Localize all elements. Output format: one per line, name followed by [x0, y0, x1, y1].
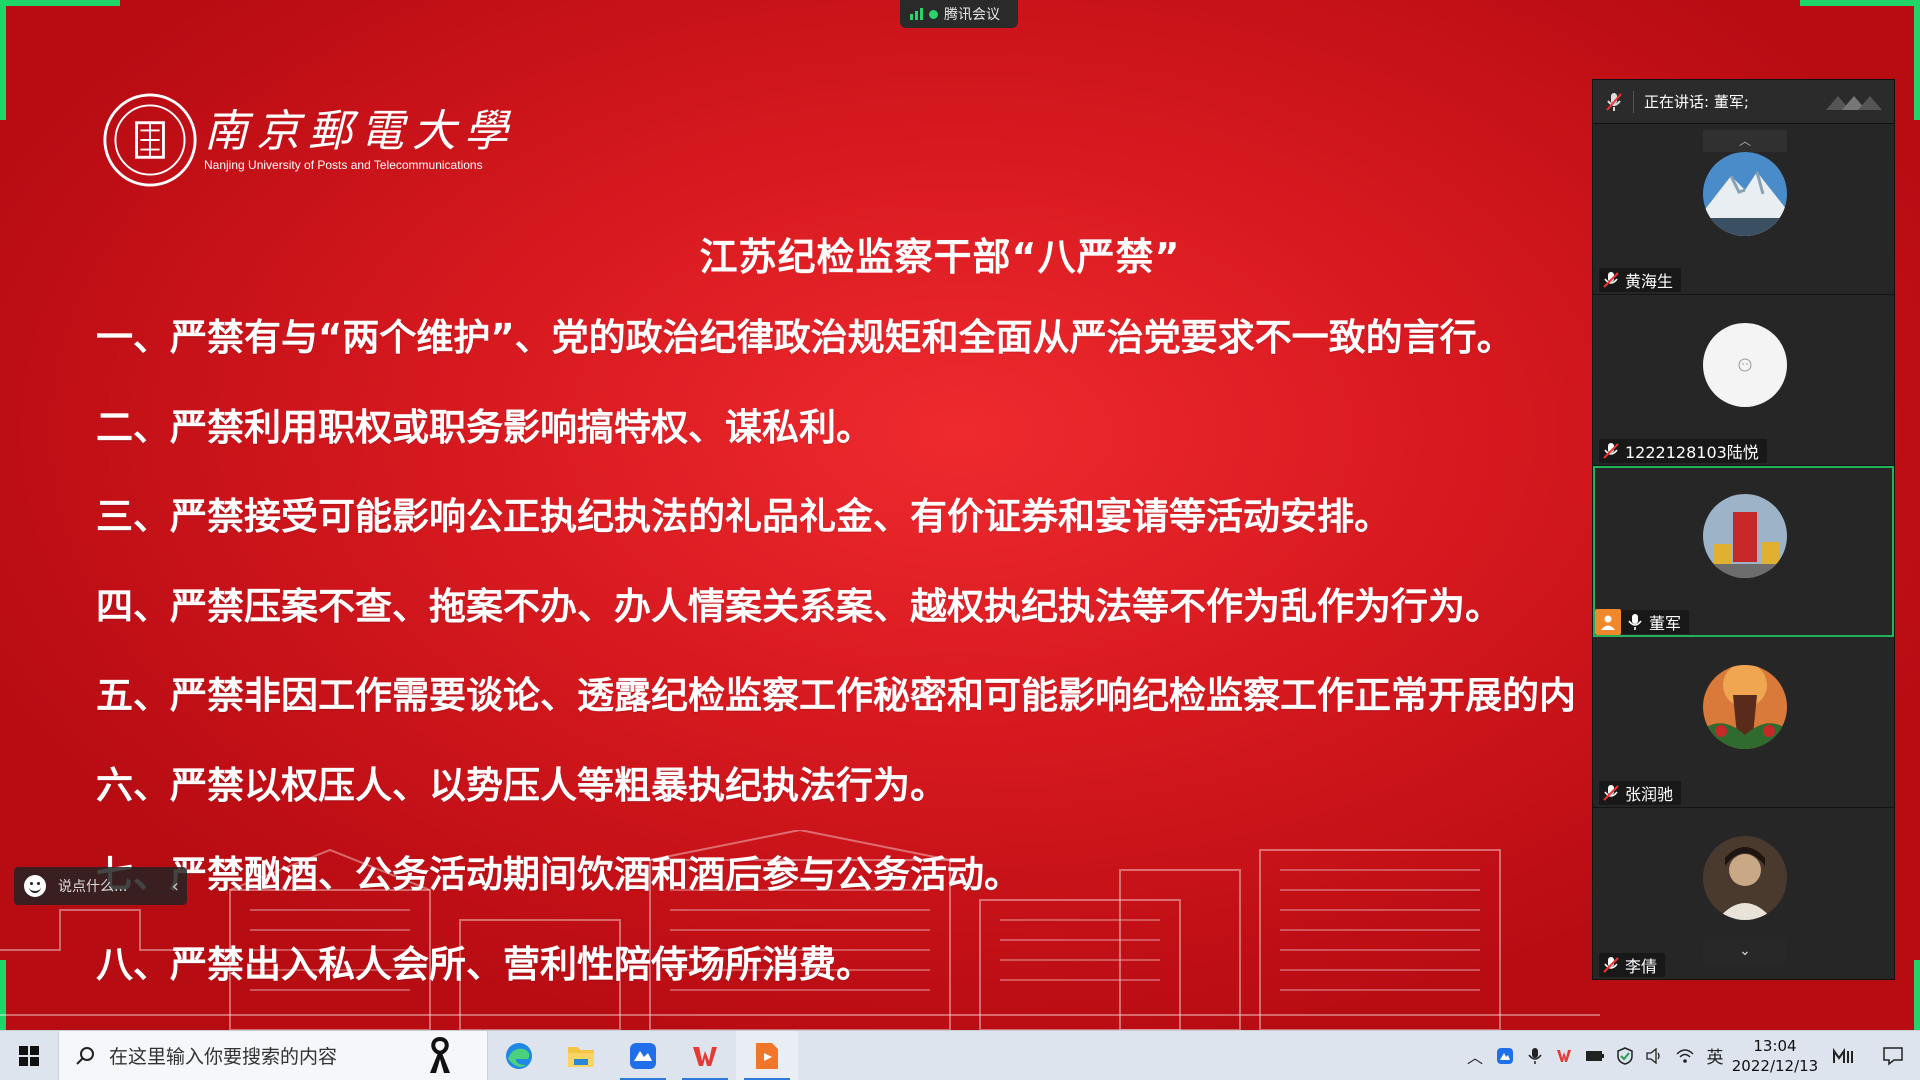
- taskbar-search[interactable]: 在这里输入你要搜索的内容: [58, 1030, 488, 1080]
- participant-name-tag: 张润驰: [1599, 781, 1682, 805]
- meeting-app-badge[interactable]: 腾讯会议: [900, 0, 1018, 28]
- share-border-top-left: [0, 0, 120, 6]
- participant-tile[interactable]: ︿ 黄海生: [1593, 124, 1894, 295]
- logo-chinese-name: 南京郵電大學: [204, 105, 516, 157]
- divider: [1633, 90, 1634, 113]
- participant-name: 张润驰: [1625, 785, 1674, 804]
- participant-tile[interactable]: 1222128103陆悦: [1593, 295, 1894, 466]
- participant-panel: 正在讲话: 董军; ︿ 黄海生 1222128103陆悦 董军 张润驰 ⌄ 李倩: [1592, 79, 1895, 980]
- rule-item: 一、严禁有与“两个维护”、党的政治纪律政治规矩和全面从严治党要求不一致的言行。: [96, 316, 1514, 359]
- scroll-up-button[interactable]: ︿: [1703, 130, 1787, 152]
- mic-muted-icon: [1603, 272, 1619, 288]
- tray-input-method-icon[interactable]: [1820, 1031, 1866, 1080]
- mic-muted-icon: [1606, 92, 1622, 111]
- rule-item: 八、严禁出入私人会所、营利性陪侍场所消费。: [96, 942, 873, 986]
- search-icon: [76, 1046, 94, 1065]
- clock-date: 2022/12/13: [1731, 1056, 1819, 1075]
- rule-item: 六、严禁以权压人、以势压人等粗暴执纪执法行为。: [96, 763, 947, 807]
- participant-name: 黄海生: [1625, 272, 1674, 291]
- mic-muted-icon: [1603, 785, 1619, 801]
- tray-chevron-up-icon[interactable]: ︿: [1460, 1031, 1490, 1080]
- taskbar-app-presentation[interactable]: [736, 1030, 798, 1080]
- collapse-chevron-icon[interactable]: ‹: [172, 876, 179, 897]
- tray-wps-icon[interactable]: [1550, 1031, 1580, 1080]
- tray-security-icon[interactable]: [1610, 1031, 1640, 1080]
- search-placeholder: 在这里输入你要搜索的内容: [109, 1046, 338, 1068]
- participant-name: 1222128103陆悦: [1625, 443, 1759, 462]
- share-border-left: [0, 0, 6, 120]
- notification-icon: [1883, 1046, 1903, 1066]
- status-dot-icon: [929, 9, 938, 19]
- tray-wifi-icon[interactable]: [1670, 1031, 1700, 1080]
- mic-icon: [1628, 614, 1642, 630]
- windows-taskbar: 在这里输入你要搜索的内容 ︿ 英 13:04 2022/12/13: [0, 1030, 1920, 1080]
- university-seal-icon: [103, 93, 197, 187]
- participant-name-tag: 黄海生: [1599, 268, 1682, 292]
- tray-volume-icon[interactable]: [1640, 1031, 1670, 1080]
- comment-box[interactable]: 说点什么... ‹: [14, 867, 187, 905]
- university-logo: 南京郵電大學 Nanjing University of Posts and T…: [102, 92, 516, 188]
- ime-indicator[interactable]: 英: [1700, 1031, 1730, 1080]
- tray-mic-icon[interactable]: [1520, 1031, 1550, 1080]
- taskbar-app-explorer[interactable]: [550, 1031, 612, 1080]
- signal-bars-icon: [910, 8, 923, 20]
- speaking-label: 正在讲话: 董军;: [1644, 93, 1749, 111]
- tencent-meeting-icon: [630, 1042, 656, 1069]
- mic-muted-icon: [1603, 443, 1619, 459]
- mic-muted-icon: [1603, 957, 1619, 973]
- avatar: [1703, 494, 1787, 578]
- share-border-top-right: [1800, 0, 1920, 6]
- participant-name-tag: 1222128103陆悦: [1599, 439, 1767, 463]
- participant-name-tag: 李倩: [1599, 953, 1666, 977]
- participant-tile[interactable]: ⌄ 李倩: [1593, 808, 1894, 979]
- avatar: [1703, 323, 1787, 407]
- avatar: [1703, 152, 1787, 236]
- taskbar-clock[interactable]: 13:04 2022/12/13: [1730, 1036, 1820, 1076]
- windows-logo-icon: [19, 1045, 39, 1066]
- comment-placeholder[interactable]: 说点什么...: [58, 876, 127, 896]
- wps-office-icon: [693, 1046, 717, 1066]
- logo-english-name: Nanjing University of Posts and Telecomm…: [204, 158, 483, 173]
- avatar: [1703, 665, 1787, 749]
- tray-battery-icon[interactable]: [1580, 1031, 1610, 1080]
- share-border-right: [1914, 0, 1920, 120]
- participant-tile[interactable]: 张润驰: [1593, 637, 1894, 808]
- avatar: [1703, 836, 1787, 920]
- emoji-icon[interactable]: [24, 875, 46, 897]
- participant-name: 李倩: [1625, 957, 1658, 976]
- edge-browser-icon: [506, 1042, 532, 1069]
- file-explorer-icon: [568, 1046, 594, 1067]
- tray-meeting-icon[interactable]: [1490, 1031, 1520, 1080]
- system-tray: ︿ 英 13:04 2022/12/13: [1460, 1031, 1920, 1080]
- panel-toggle-icon[interactable]: [1824, 92, 1884, 112]
- rule-item: 四、严禁压案不查、拖案不办、办人情案关系案、越权执纪执法等不作为乱作为行为。: [96, 584, 1502, 628]
- participant-name: 董军: [1649, 614, 1682, 633]
- mourning-ribbon-icon: [430, 1036, 450, 1073]
- rule-item: 二、严禁利用职权或职务影响搞特权、谋私利。: [96, 405, 873, 449]
- rule-item: 七、严禁酗酒、公务活动期间饮酒和酒后参与公务活动。: [96, 853, 1021, 896]
- participant-tile-active[interactable]: 董军: [1593, 466, 1894, 637]
- taskbar-app-edge[interactable]: [488, 1031, 550, 1080]
- scroll-down-button[interactable]: ⌄: [1703, 939, 1787, 963]
- share-border-bottom-right: [1914, 960, 1920, 1030]
- rules-list: 一、严禁有与“两个维护”、党的政治纪律政治规矩和全面从严治党要求不一致的言行。 …: [96, 313, 1596, 1029]
- rule-item: 三、严禁接受可能影响公正执纪执法的礼品礼金、有价证券和宴请等活动安排。: [96, 495, 1391, 538]
- notification-center-button[interactable]: [1866, 1031, 1920, 1080]
- host-icon: [1595, 609, 1621, 635]
- speaking-bar: 正在讲话: 董军;: [1593, 80, 1894, 124]
- clock-time: 13:04: [1753, 1036, 1797, 1055]
- presentation-icon: [756, 1042, 778, 1069]
- rule-item: 五、严禁非因工作需要谈论、透露纪检监察工作秘密和可能影响纪检监察工作正常开展的内: [96, 674, 1576, 717]
- participant-name-tag: 董军: [1595, 609, 1690, 635]
- meeting-app-name: 腾讯会议: [944, 7, 1000, 23]
- taskbar-app-wps[interactable]: [674, 1031, 736, 1080]
- taskbar-app-tencent-meeting[interactable]: [612, 1031, 674, 1080]
- start-button[interactable]: [0, 1031, 58, 1080]
